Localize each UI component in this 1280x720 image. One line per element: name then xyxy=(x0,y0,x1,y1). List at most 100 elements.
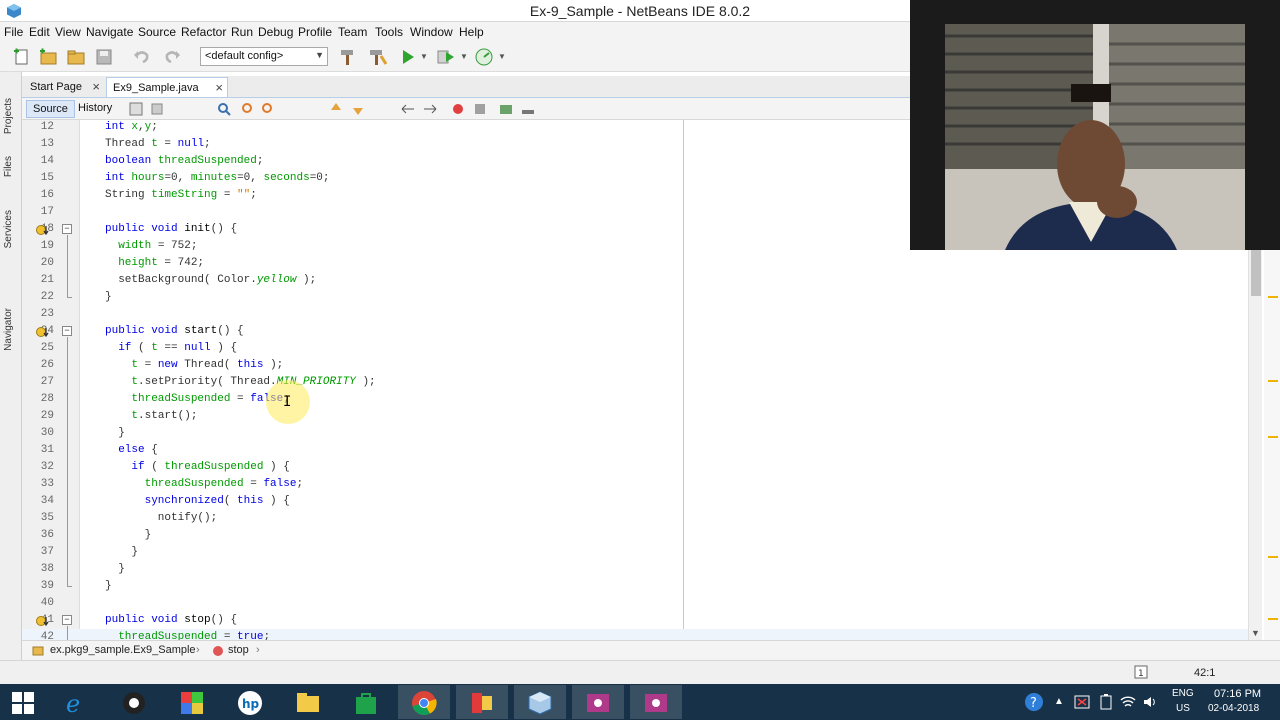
start-macro-icon[interactable] xyxy=(450,101,466,117)
code-line[interactable]: 24 public void start() {− xyxy=(22,323,1252,340)
menu-tools[interactable]: Tools xyxy=(375,25,403,39)
code-line[interactable]: 23 xyxy=(22,306,1252,323)
services-tab[interactable]: Services xyxy=(3,210,14,248)
input-language[interactable]: ENG xyxy=(1172,688,1194,699)
menu-edit[interactable]: Edit xyxy=(29,25,50,39)
clock-date[interactable]: 02-04-2018 xyxy=(1208,703,1259,714)
code-line[interactable]: 22} xyxy=(22,289,1252,306)
code-line[interactable]: 27 t.setPriority( Thread.MIN_PRIORITY ); xyxy=(22,374,1252,391)
code-line[interactable]: 20 height = 742; xyxy=(22,255,1252,272)
code-line[interactable]: 30 } xyxy=(22,425,1252,442)
shift-left-icon[interactable] xyxy=(400,101,416,117)
new-project-icon[interactable] xyxy=(38,47,58,67)
configuration-select[interactable]: <default config> ▼ xyxy=(200,47,328,66)
code-line[interactable]: 32 if ( threadSuspended ) { xyxy=(22,459,1252,476)
fold-collapse-icon[interactable]: − xyxy=(62,326,72,336)
undo-icon[interactable] xyxy=(132,47,152,67)
new-file-icon[interactable] xyxy=(12,47,32,67)
scroll-down-icon[interactable]: ▼ xyxy=(1251,628,1260,638)
breadcrumb-method[interactable]: stop xyxy=(228,644,249,656)
menu-window[interactable]: Window xyxy=(410,25,453,39)
source-view-button[interactable]: Source xyxy=(26,100,75,118)
override-method-icon[interactable] xyxy=(36,224,50,236)
clock-time[interactable]: 07:16 PM xyxy=(1214,688,1261,700)
close-tab-icon[interactable]: × xyxy=(92,79,100,94)
code-line[interactable]: 42 threadSuspended = true; xyxy=(22,629,1252,640)
code-line[interactable]: 26 t = new Thread( this ); xyxy=(22,357,1252,374)
navigator-tab[interactable]: Navigator xyxy=(3,308,14,351)
code-line[interactable]: 28 threadSuspended = false; xyxy=(22,391,1252,408)
files-tab[interactable]: Files xyxy=(3,156,14,177)
menu-run[interactable]: Run xyxy=(231,25,253,39)
store-icon[interactable] xyxy=(340,685,392,719)
recorder-app-2-icon[interactable] xyxy=(630,685,682,719)
input-region[interactable]: US xyxy=(1176,703,1190,714)
battery-icon[interactable] xyxy=(1098,694,1114,710)
warning-mark[interactable] xyxy=(1268,436,1278,438)
office-app-icon[interactable] xyxy=(456,685,508,719)
debug-project-icon[interactable] xyxy=(436,47,456,67)
stop-macro-icon[interactable] xyxy=(472,101,488,117)
hp-app-icon[interactable]: hp xyxy=(224,685,276,719)
warning-mark[interactable] xyxy=(1268,618,1278,620)
menu-view[interactable]: View xyxy=(55,25,81,39)
code-line[interactable]: 41 public void stop() {− xyxy=(22,612,1252,629)
recorder-app-icon[interactable] xyxy=(572,685,624,719)
previous-bookmark-icon[interactable] xyxy=(328,101,344,117)
profile-project-icon[interactable] xyxy=(474,47,494,67)
uncomment-icon[interactable] xyxy=(520,101,536,117)
help-icon[interactable]: ? xyxy=(1024,692,1044,712)
override-method-icon[interactable] xyxy=(36,326,50,338)
history-view-button[interactable]: History xyxy=(72,100,118,118)
wifi-icon[interactable] xyxy=(1120,694,1136,710)
code-line[interactable]: 33 threadSuspended = false; xyxy=(22,476,1252,493)
warning-mark[interactable] xyxy=(1268,556,1278,558)
run-project-icon[interactable] xyxy=(398,47,418,67)
clean-build-icon[interactable] xyxy=(368,47,388,67)
volume-icon[interactable] xyxy=(1142,694,1158,710)
open-project-icon[interactable] xyxy=(66,47,86,67)
menu-team[interactable]: Team xyxy=(338,25,367,39)
warning-mark[interactable] xyxy=(1268,296,1278,298)
profile-dropdown-icon[interactable]: ▼ xyxy=(498,52,518,72)
notifications-icon[interactable]: 1 xyxy=(1134,665,1148,679)
menu-profile[interactable]: Profile xyxy=(298,25,332,39)
menu-file[interactable]: File xyxy=(4,25,23,39)
color-app-icon[interactable] xyxy=(166,685,218,719)
scrollbar-thumb[interactable] xyxy=(1251,250,1261,296)
find-next-icon[interactable] xyxy=(260,101,276,117)
code-line[interactable]: 31 else { xyxy=(22,442,1252,459)
menu-help[interactable]: Help xyxy=(459,25,484,39)
menu-navigate[interactable]: Navigate xyxy=(86,25,133,39)
override-method-icon[interactable] xyxy=(36,615,50,627)
next-bookmark-icon[interactable] xyxy=(350,101,366,117)
tab-ex9-sample-java[interactable]: Ex9_Sample.java × xyxy=(106,77,228,97)
code-line[interactable]: 37 } xyxy=(22,544,1252,561)
show-hidden-icons-icon[interactable]: ▲ xyxy=(1054,696,1064,707)
code-line[interactable]: 38 } xyxy=(22,561,1252,578)
code-line[interactable]: 21 setBackground( Color.yellow ); xyxy=(22,272,1252,289)
code-line[interactable]: 34 synchronized( this ) { xyxy=(22,493,1252,510)
last-edit-icon[interactable] xyxy=(128,101,144,117)
tray-app-icon[interactable] xyxy=(1074,694,1090,710)
file-explorer-icon[interactable] xyxy=(282,685,334,719)
projects-tab[interactable]: Projects xyxy=(3,98,14,134)
code-line[interactable]: 25 if ( t == null ) { xyxy=(22,340,1252,357)
fold-collapse-icon[interactable]: − xyxy=(62,615,72,625)
chrome-icon[interactable] xyxy=(398,685,450,719)
netbeans-taskbar-icon[interactable] xyxy=(514,685,566,719)
code-line[interactable]: 39} xyxy=(22,578,1252,595)
menu-refactor[interactable]: Refactor xyxy=(181,25,226,39)
redo-icon[interactable] xyxy=(162,47,182,67)
find-previous-icon[interactable] xyxy=(238,101,254,117)
code-line[interactable]: 29 t.start(); xyxy=(22,408,1252,425)
internet-explorer-icon[interactable]: e xyxy=(50,685,102,719)
close-tab-icon[interactable]: × xyxy=(215,80,223,95)
code-line[interactable]: 35 notify(); xyxy=(22,510,1252,527)
tab-start-page[interactable]: Start Page × xyxy=(24,77,104,97)
menu-debug[interactable]: Debug xyxy=(258,25,293,39)
code-line[interactable]: 40 xyxy=(22,595,1252,612)
breadcrumb-class[interactable]: ex.pkg9_sample.Ex9_Sample xyxy=(50,644,196,656)
menu-source[interactable]: Source xyxy=(138,25,176,39)
media-app-icon[interactable] xyxy=(108,685,160,719)
